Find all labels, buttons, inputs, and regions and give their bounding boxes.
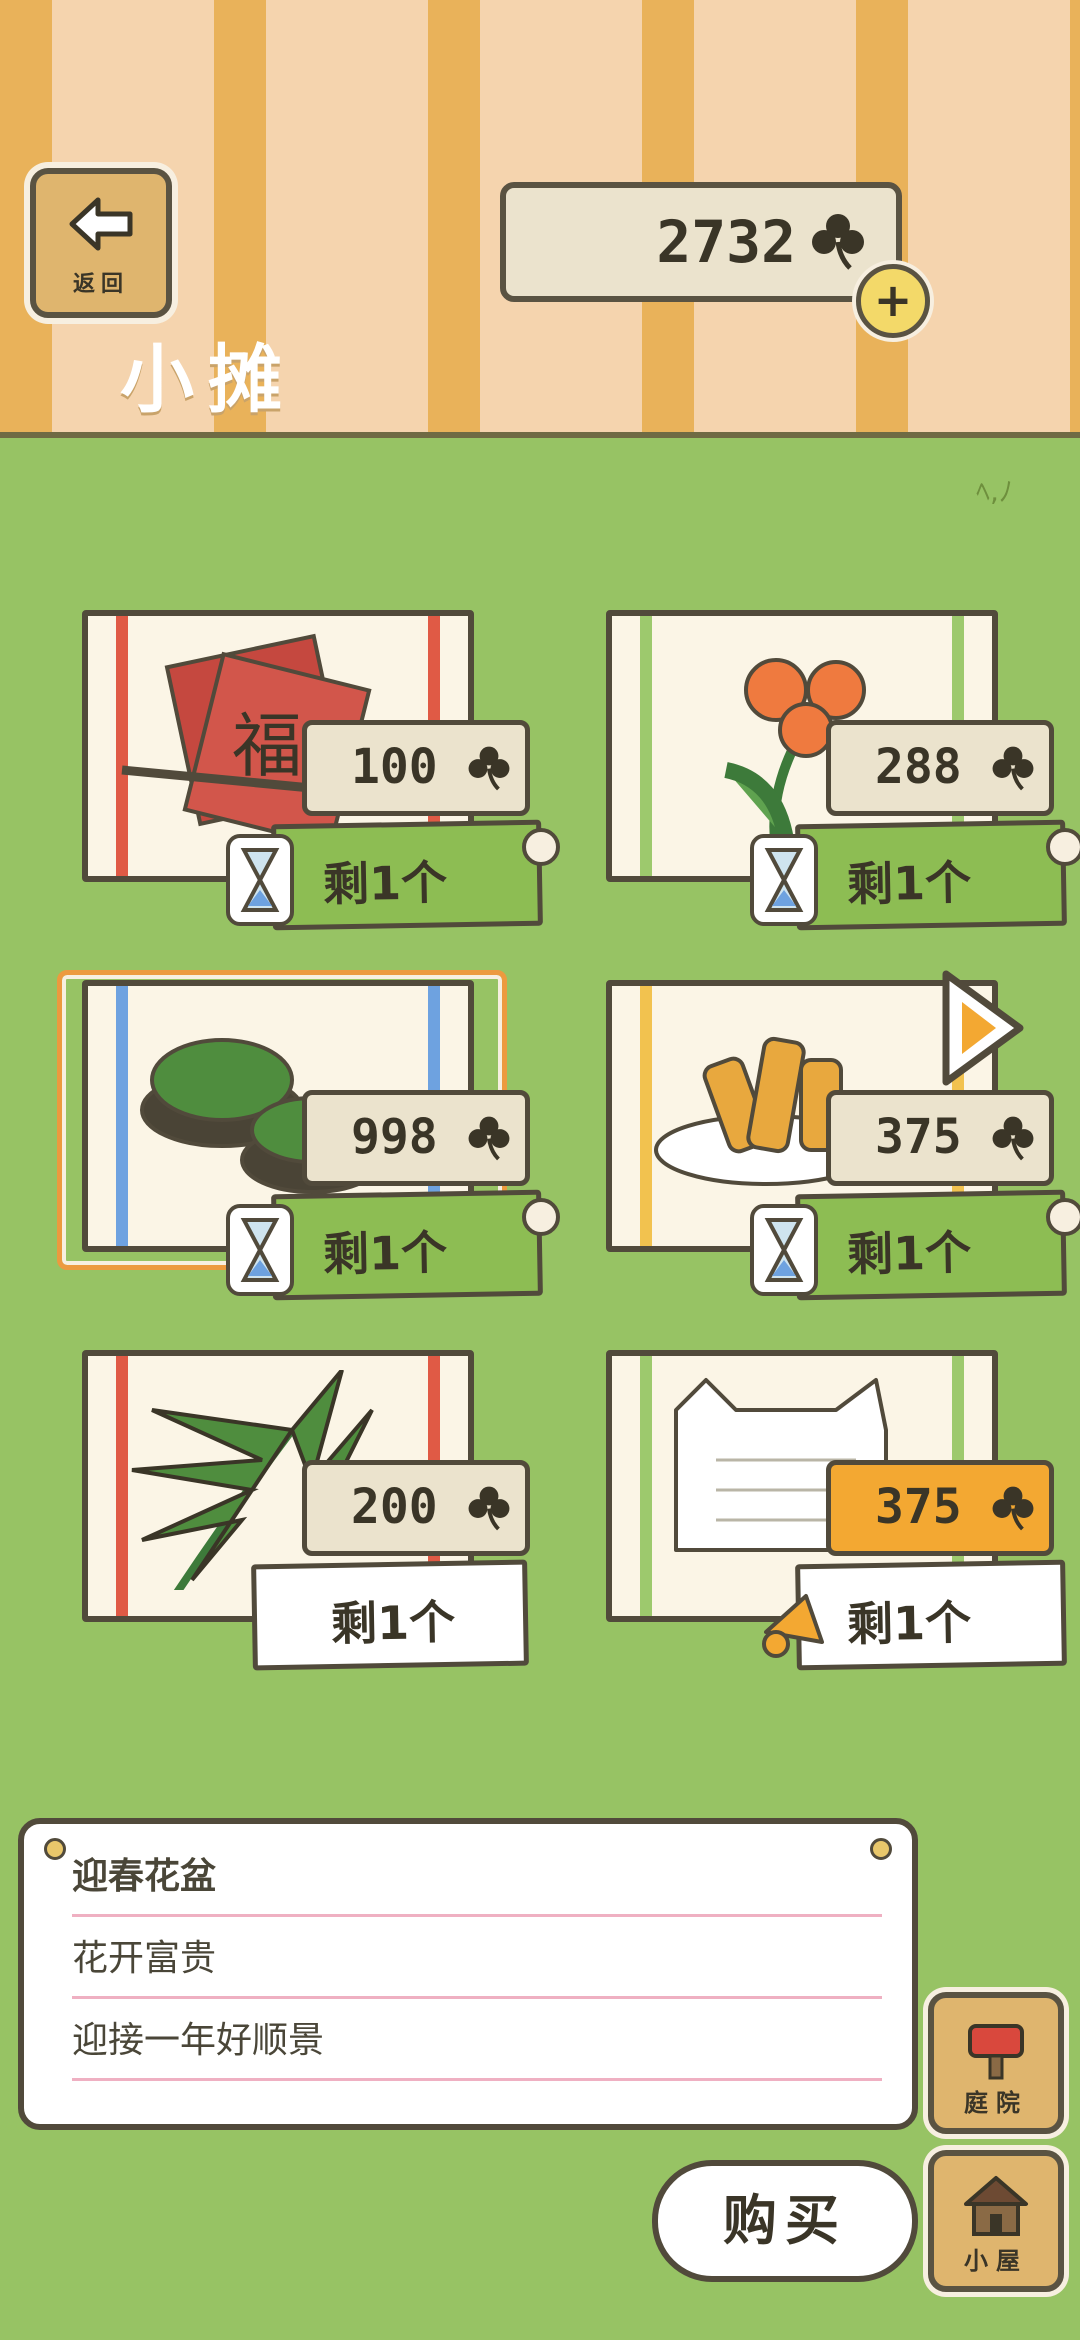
back-arrow-icon (69, 197, 133, 251)
add-clover-button[interactable]: + (856, 264, 930, 338)
svg-text:福: 福 (232, 705, 302, 787)
house-icon (964, 2176, 1028, 2236)
item-description-board: 迎春花盆 花开富贵 迎接一年好顺景 (18, 1818, 918, 2130)
yard-label: 庭院 (964, 2089, 1028, 2117)
item-name: 迎春花盆 (72, 1836, 882, 1917)
clover-icon (992, 1116, 1034, 1161)
hourglass-icon (750, 834, 818, 926)
clover-icon (992, 746, 1034, 791)
item-price: 100 (351, 739, 438, 795)
item-price: 375 (875, 1479, 962, 1535)
item-description-line: 花开富贵 (72, 1918, 882, 1999)
clover-icon (812, 214, 864, 270)
shop-item-2[interactable]: 288 剩1个 (576, 610, 1080, 940)
stock-tag: 剩1个 (795, 1189, 1067, 1301)
stock-label: 剩1个 (846, 1225, 972, 1282)
item-price: 200 (351, 1479, 438, 1535)
stock-label: 剩1个 (846, 1595, 972, 1652)
house-button[interactable]: 小屋 (928, 2150, 1064, 2292)
clock-icon (522, 828, 560, 866)
price-tag: 375 (826, 1090, 1054, 1186)
page-title: 小摊 (120, 337, 296, 423)
house-label: 小屋 (964, 2247, 1028, 2275)
shop-item-3[interactable]: 998 剩1个 (52, 970, 560, 1310)
buy-button[interactable]: 购买 (652, 2160, 918, 2282)
stock-tag: 剩1个 (251, 1559, 529, 1671)
next-page-arrow-icon[interactable] (936, 966, 1028, 1090)
hourglass-icon (750, 1204, 818, 1296)
megaphone-icon (762, 1594, 824, 1658)
clover-count: 2732 (656, 208, 796, 276)
shop-item-5[interactable]: 200 剩1个 (52, 1350, 532, 1680)
clover-icon (468, 1116, 510, 1161)
clover-balance: 2732 (500, 182, 902, 302)
price-tag: 200 (302, 1460, 530, 1556)
hourglass-icon (226, 1204, 294, 1296)
stock-tag: 剩1个 (795, 819, 1067, 931)
stock-label: 剩1个 (322, 855, 448, 912)
stock-label: 剩1个 (330, 1594, 456, 1652)
mailbox-icon (968, 2024, 1024, 2080)
item-price: 998 (351, 1109, 438, 1165)
stock-label: 剩1个 (846, 855, 972, 912)
stock-tag: 剩1个 (271, 819, 543, 931)
yard-button[interactable]: 庭院 (928, 1992, 1064, 2134)
clover-icon (468, 1486, 510, 1531)
back-label: 返回 (72, 272, 129, 297)
item-description-line: 迎接一年好顺景 (72, 2000, 882, 2081)
stock-tag: 剩1个 (271, 1189, 543, 1301)
price-tag: 100 (302, 720, 530, 816)
shop-item-1[interactable]: 福 100 剩1个 (52, 610, 560, 940)
price-tag: 998 (302, 1090, 530, 1186)
price-tag: 375 (826, 1460, 1054, 1556)
back-button[interactable]: 返回 (30, 168, 172, 318)
clock-icon (1046, 1198, 1080, 1236)
price-tag: 288 (826, 720, 1054, 816)
grass-decoration: ﾍ,ﾉ (976, 475, 1013, 508)
item-price: 288 (875, 739, 962, 795)
hourglass-icon (226, 834, 294, 926)
item-price: 375 (875, 1109, 962, 1165)
shop-item-6[interactable]: 375 剩1个 (576, 1350, 1067, 1680)
pin-icon (44, 1838, 66, 1860)
clock-icon (522, 1198, 560, 1236)
clover-icon (468, 746, 510, 791)
stock-label: 剩1个 (322, 1225, 448, 1282)
clock-icon (1046, 828, 1080, 866)
clover-icon (992, 1486, 1034, 1531)
